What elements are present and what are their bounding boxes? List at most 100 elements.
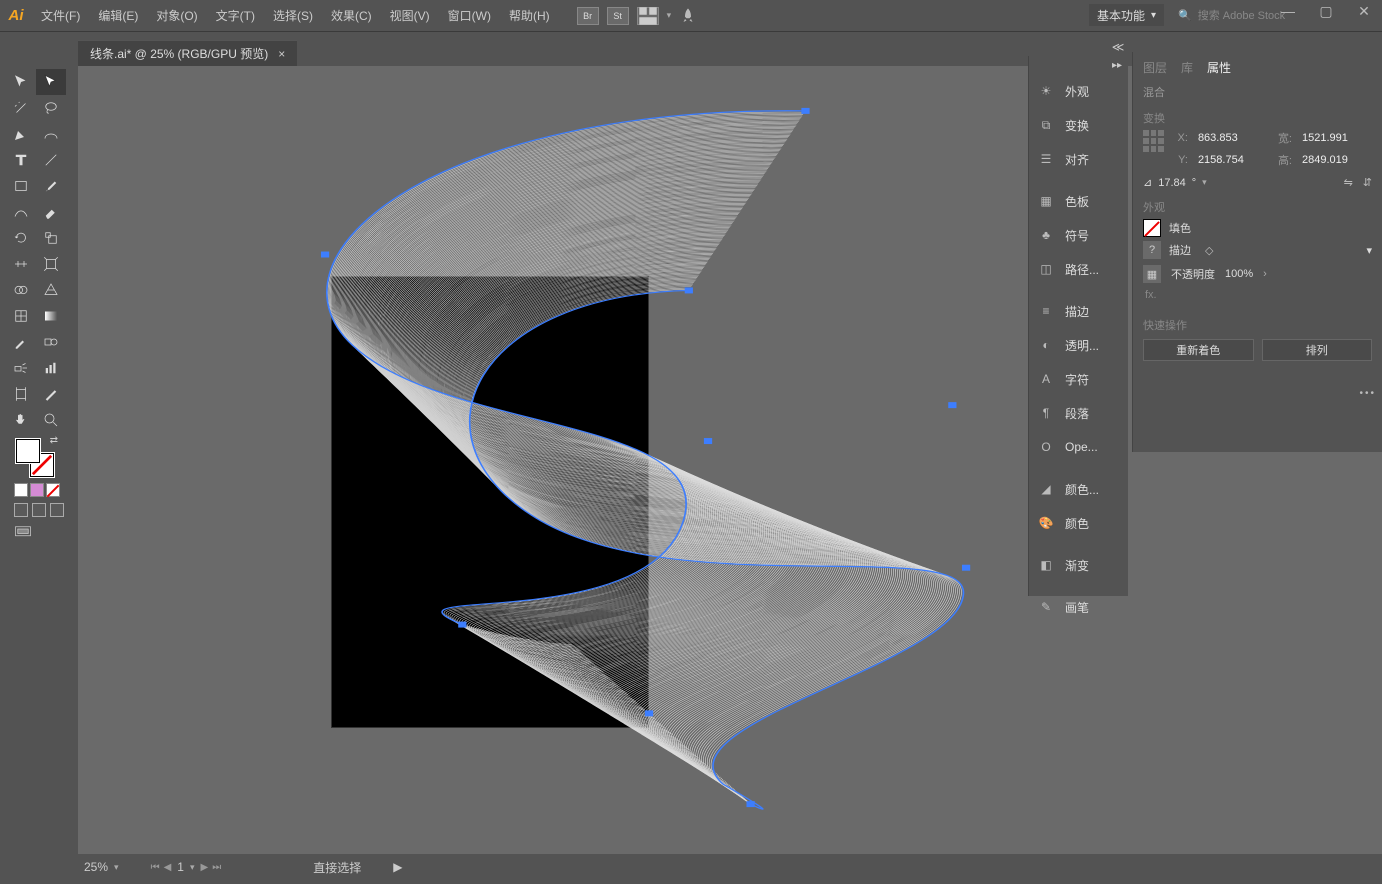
menu-effect[interactable]: 效果(C) [322,0,381,32]
magic-wand-tool[interactable] [6,95,36,121]
panel-paragraph[interactable]: ¶段落 [1029,396,1128,430]
curvature-tool[interactable] [36,121,66,147]
scale-tool[interactable] [36,225,66,251]
panel-appearance[interactable]: ☀外观 [1029,74,1128,108]
status-play-icon[interactable]: ▶ [387,860,408,874]
zoom-tool[interactable] [36,407,66,433]
panel-opentype[interactable]: OOpe... [1029,430,1128,464]
chevron-right-icon[interactable]: › [1263,268,1267,280]
close-tab-icon[interactable]: × [278,47,285,61]
shaper-tool[interactable] [6,199,36,225]
shape-builder-tool[interactable] [6,277,36,303]
fill-swatch[interactable] [16,439,40,463]
arrange-docs-icon[interactable] [637,7,659,25]
panel-brushes[interactable]: ✎画笔 [1029,590,1128,624]
reference-point-picker[interactable] [1143,130,1164,152]
eyedropper-tool[interactable] [6,329,36,355]
hand-tool[interactable] [6,407,36,433]
pen-tool[interactable] [6,121,36,147]
line-tool[interactable] [36,147,66,173]
w-value[interactable]: 1521.991 [1302,132,1372,144]
menu-select[interactable]: 选择(S) [264,0,322,32]
perspective-tool[interactable] [36,277,66,303]
angle-value[interactable]: 17.84 [1158,177,1186,189]
panel-pathfinder[interactable]: ◫路径... [1029,252,1128,286]
first-artboard-icon[interactable]: ⏮ [151,862,160,873]
rectangle-tool[interactable] [6,173,36,199]
fill-swatch-button[interactable] [1143,219,1161,237]
stock-icon[interactable]: St [607,7,629,25]
y-value[interactable]: 2158.754 [1198,154,1268,166]
chevron-down-icon[interactable]: ▾ [1366,244,1372,257]
fx-button[interactable]: fx. [1143,289,1372,301]
panel-character[interactable]: A字符 [1029,362,1128,396]
lasso-tool[interactable] [36,95,66,121]
maximize-button[interactable]: ▢ [1316,0,1336,20]
stroke-swatch-button[interactable]: ? [1143,241,1161,259]
fill-stroke-swatch[interactable]: ⇄ [16,439,54,477]
h-value[interactable]: 2849.019 [1302,154,1372,166]
selection-tool[interactable] [6,69,36,95]
panel-gradient[interactable]: ◧渐变 [1029,548,1128,582]
chevron-down-icon[interactable]: ▾ [1202,177,1207,188]
direct-selection-tool[interactable] [36,69,66,95]
bridge-icon[interactable]: Br [577,7,599,25]
opacity-value[interactable]: 100% [1225,268,1253,280]
none-mode[interactable] [46,483,60,497]
panel-swatches[interactable]: ▦色板 [1029,184,1128,218]
menu-help[interactable]: 帮助(H) [500,0,559,32]
menu-window[interactable]: 窗口(W) [439,0,500,32]
tab-properties[interactable]: 属性 [1207,59,1231,76]
last-artboard-icon[interactable]: ⏭ [212,862,221,873]
menu-view[interactable]: 视图(V) [381,0,439,32]
prev-artboard-icon[interactable]: ◀ [164,862,172,873]
menu-file[interactable]: 文件(F) [32,0,89,32]
menu-object[interactable]: 对象(O) [147,0,206,32]
free-transform-tool[interactable] [36,251,66,277]
close-button[interactable]: ✕ [1354,0,1374,20]
swap-fill-stroke-icon[interactable]: ⇄ [50,435,58,446]
expand-panels-icon[interactable]: ▸▸ [1029,60,1128,74]
flip-vertical-icon[interactable]: ⇵ [1363,176,1372,189]
chevron-down-icon[interactable]: ▾ [667,10,672,21]
slice-tool[interactable] [36,381,66,407]
stroke-width-stepper[interactable]: ◇ [1205,244,1213,257]
zoom-combo[interactable]: 25% ▾ [78,860,125,874]
x-value[interactable]: 863.853 [1198,132,1268,144]
more-options-icon[interactable]: ••• [1359,388,1376,399]
type-tool[interactable] [6,147,36,173]
recolor-button[interactable]: 重新着色 [1143,339,1254,361]
flip-horizontal-icon[interactable]: ⇋ [1344,176,1353,189]
symbol-sprayer-tool[interactable] [6,355,36,381]
draw-inside[interactable] [50,503,64,517]
rotate-tool[interactable] [6,225,36,251]
panel-align[interactable]: ☰对齐 [1029,142,1128,176]
next-artboard-icon[interactable]: ▶ [200,862,208,873]
menu-type[interactable]: 文字(T) [207,0,264,32]
graph-tool[interactable] [36,355,66,381]
minimize-button[interactable]: — [1278,0,1298,20]
width-tool[interactable] [6,251,36,277]
mesh-tool[interactable] [6,303,36,329]
menu-edit[interactable]: 编辑(E) [89,0,147,32]
draw-normal[interactable] [14,503,28,517]
tab-libraries[interactable]: 库 [1181,59,1193,76]
gradient-mode[interactable] [30,483,44,497]
screen-mode-button[interactable] [14,525,66,542]
panel-collapse-toggle[interactable]: ≪ [1110,40,1126,54]
brush-tool[interactable] [36,173,66,199]
draw-behind[interactable] [32,503,46,517]
document-tab[interactable]: 线条.ai* @ 25% (RGB/GPU 预览) × [78,40,297,66]
artboard-tool[interactable] [6,381,36,407]
workspace-switcher[interactable]: 基本功能 ▾ [1089,4,1164,26]
gpu-rocket-icon[interactable] [679,7,697,25]
opacity-swatch[interactable]: ▦ [1143,265,1161,283]
blend-tool[interactable] [36,329,66,355]
eraser-tool[interactable] [36,199,66,225]
gradient-tool[interactable] [36,303,66,329]
panel-colorguide[interactable]: ◢颜色... [1029,472,1128,506]
panel-symbols[interactable]: ♣符号 [1029,218,1128,252]
panel-transparency[interactable]: ◐透明... [1029,328,1128,362]
artboard-nav[interactable]: ⏮◀ 1 ▾ ▶⏭ [145,860,228,874]
panel-color[interactable]: 🎨颜色 [1029,506,1128,540]
